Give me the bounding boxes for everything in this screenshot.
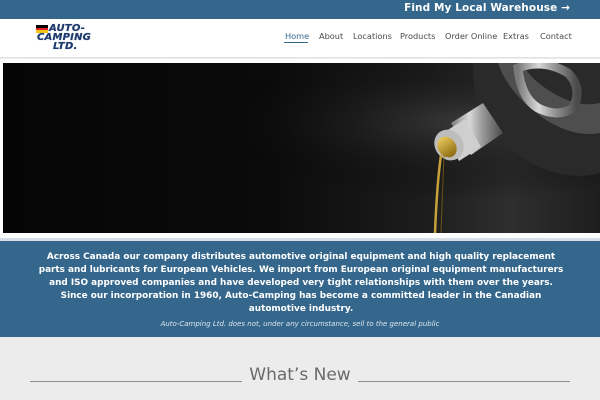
- nav-item-products[interactable]: Products: [400, 31, 435, 41]
- nav-item-order-online[interactable]: Order Online: [445, 31, 497, 41]
- top-bar: Find My Local Warehouse →: [0, 0, 600, 19]
- nav-item-home[interactable]: Home: [285, 31, 309, 41]
- logo-text-line3: LTD.: [53, 41, 78, 52]
- nav-item-locations[interactable]: Locations: [353, 31, 392, 41]
- nav-item-contact[interactable]: Contact: [540, 31, 572, 41]
- oil-bottle-illustration: [3, 63, 600, 233]
- nav-item-extras[interactable]: Extras: [503, 31, 529, 41]
- oil-pour-image: [3, 63, 600, 233]
- find-warehouse-link[interactable]: Find My Local Warehouse →: [404, 2, 570, 14]
- no-public-sales-note: Auto-Camping Ltd. does not, under any ci…: [160, 320, 440, 328]
- whats-new-heading: What’s New: [249, 365, 351, 385]
- whats-new-section: What’s New: [0, 337, 600, 400]
- hero-banner: [0, 59, 600, 238]
- nav-item-about[interactable]: About: [319, 31, 343, 41]
- active-nav-indicator: [284, 42, 308, 43]
- company-description: Across Canada our company distributes au…: [38, 252, 564, 315]
- company-info-band: Across Canada our company distributes au…: [0, 238, 600, 337]
- heading-divider-right: [358, 381, 570, 382]
